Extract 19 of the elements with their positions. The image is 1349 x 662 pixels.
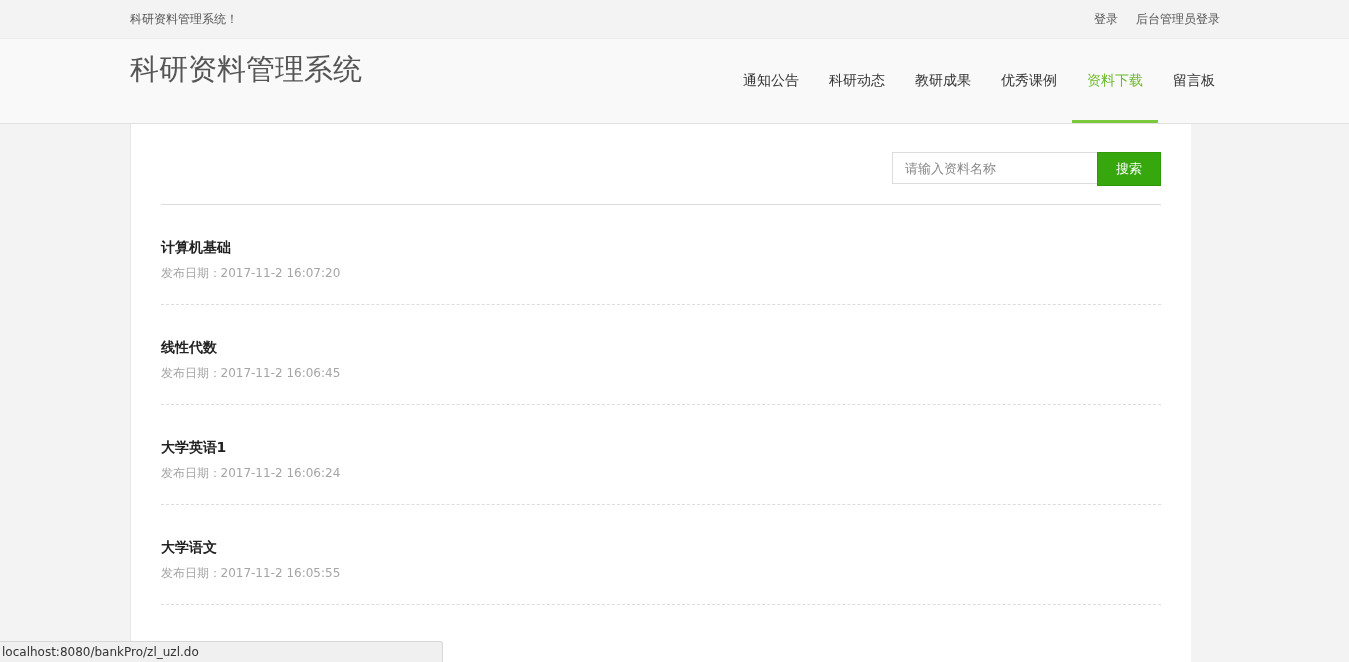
search-field[interactable]: 请输入资料名称 [891, 152, 1097, 184]
document-title[interactable]: 计算机基础 [160, 239, 1161, 257]
publish-date: 发布日期：2017-11-2 16:06:24 [160, 465, 342, 482]
site-logo: 科研资料管理系统 [129, 51, 362, 88]
status-bar: localhost:8080/bankPro/zl_uzl.do [0, 641, 443, 662]
nav-tab[interactable]: 科研动态 [813, 42, 900, 123]
document-title[interactable]: 大学语文 [160, 539, 1161, 557]
nav-tab[interactable]: 教研成果 [899, 42, 986, 123]
header-link[interactable]: 登录 [1093, 10, 1118, 28]
site-tagline: 科研资料管理系统！ [129, 10, 238, 28]
nav-tab[interactable]: 通知公告 [727, 42, 814, 123]
publish-date: 发布日期：2017-11-2 16:06:45 [160, 365, 342, 382]
nav-tab[interactable]: 留言板 [1157, 42, 1230, 123]
publish-date: 发布日期：2017-11-2 16:07:20 [160, 265, 342, 282]
nav-tab[interactable]: 优秀课例 [985, 42, 1072, 123]
publish-date: 发布日期：2017-11-2 16:05:55 [160, 565, 342, 582]
document-title[interactable]: 线性代数 [160, 339, 1161, 357]
header-link[interactable]: 后台管理员登录 [1135, 10, 1220, 28]
document-title[interactable]: 大学英语1 [160, 439, 1161, 457]
